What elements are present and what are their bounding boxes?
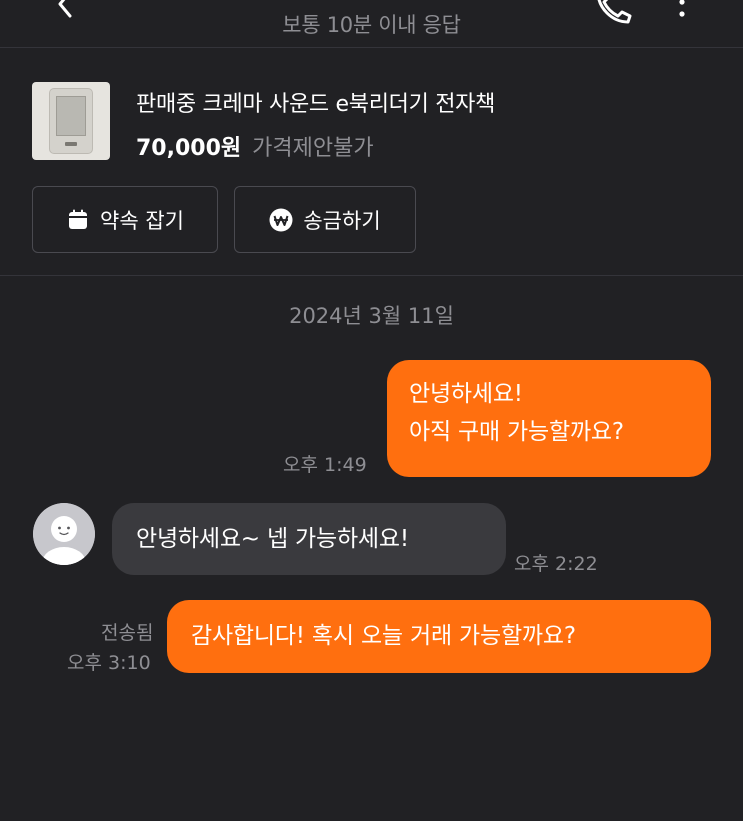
call-button[interactable] [590, 0, 638, 30]
message-text-line: 안녕하세요! [409, 381, 523, 407]
my-message-bubble[interactable]: 안녕하세요! 아직 구매 가능할까요? [387, 360, 711, 477]
message-text: 안녕하세요~ 넵 가능하세요! [136, 526, 409, 552]
make-appointment-label: 약속 잡기 [100, 208, 184, 233]
product-price: 70,000원 [136, 136, 242, 161]
chat-header: 보통 10분 이내 응답 [0, 0, 743, 48]
send-money-button[interactable]: 송금하기 [234, 186, 416, 253]
phone-icon [597, 0, 632, 24]
message-timestamp: 오후 2:22 [514, 553, 598, 575]
calendar-icon [66, 208, 90, 232]
product-thumbnail[interactable] [32, 82, 110, 160]
product-title: 판매중 크레마 사운드 e북리더기 전자책 [136, 92, 496, 117]
product-price-row: 70,000원 가격제안불가 [136, 130, 374, 162]
received-message-bubble[interactable]: 안녕하세요~ 넵 가능하세요! [112, 503, 506, 575]
avatar[interactable] [33, 503, 95, 565]
price-negotiation-status: 가격제안불가 [252, 136, 374, 161]
make-appointment-button[interactable]: 약속 잡기 [32, 186, 218, 253]
default-profile-icon [33, 503, 95, 565]
ereader-image [49, 88, 93, 154]
message-timestamp: 오후 3:10 [67, 652, 151, 674]
product-card[interactable]: 판매중 크레마 사운드 e북리더기 전자책 70,000원 가격제안불가 약속 … [0, 49, 743, 276]
message-timestamp: 오후 1:49 [283, 454, 367, 476]
more-vertical-icon [679, 0, 685, 17]
won-coin-icon [269, 208, 293, 232]
date-separator: 2024년 3월 11일 [289, 304, 454, 328]
sent-status: 전송됨 [101, 622, 154, 644]
more-button[interactable] [668, 0, 696, 26]
message-text-line: 아직 구매 가능할까요? [409, 419, 624, 445]
message-text: 감사합니다! 혹시 오늘 거래 가능할까요? [191, 623, 576, 649]
send-money-label: 송금하기 [303, 208, 381, 233]
my-message-bubble[interactable]: 감사합니다! 혹시 오늘 거래 가능할까요? [167, 600, 711, 673]
